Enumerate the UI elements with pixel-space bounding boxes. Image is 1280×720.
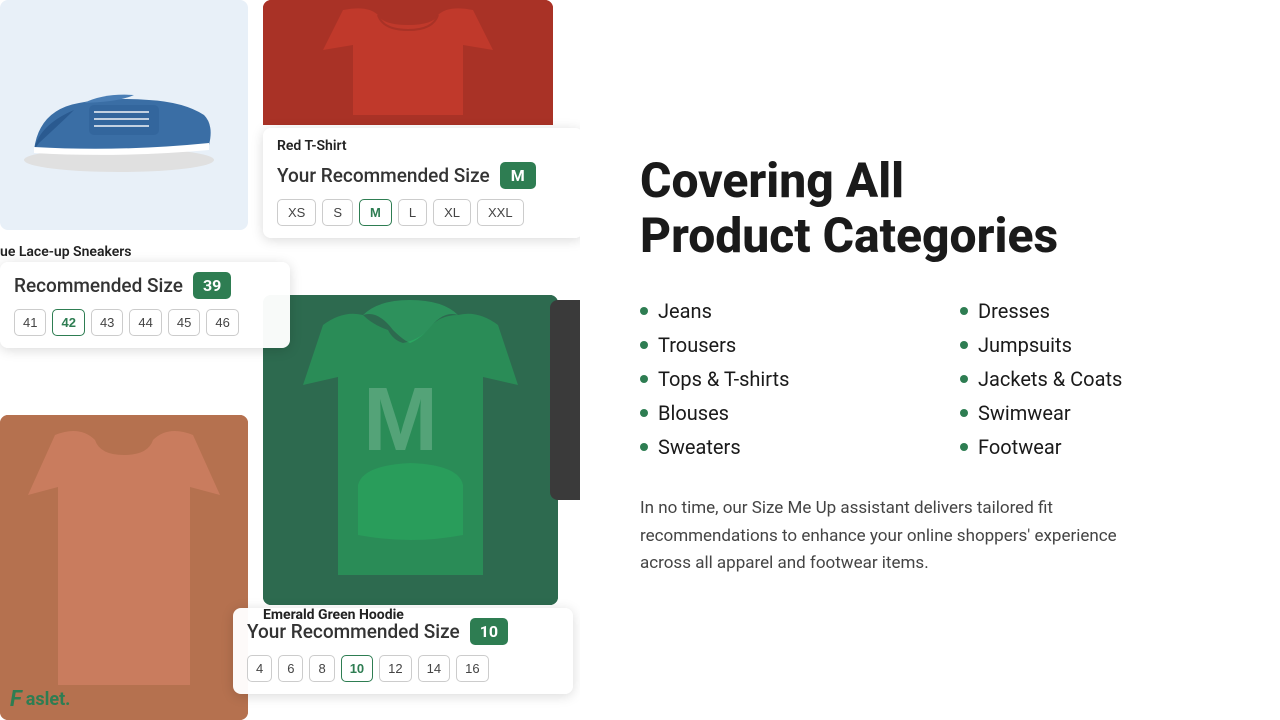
category-label: Jackets & Coats (978, 367, 1122, 391)
size-btn-43[interactable]: 43 (91, 309, 123, 336)
category-footwear: Footwear (960, 435, 1220, 459)
size-btn-xxl[interactable]: XXL (477, 199, 524, 226)
logo-text: aslet. (26, 689, 71, 710)
sneaker-card (0, 0, 248, 230)
red-tshirt-icon (263, 0, 553, 125)
size-btn-xs[interactable]: XS (277, 199, 316, 226)
category-label: Jeans (658, 299, 712, 323)
category-jackets: Jackets & Coats (960, 367, 1220, 391)
size-btn-l[interactable]: L (398, 199, 427, 226)
size-btn-xl[interactable]: XL (433, 199, 471, 226)
sneaker-label: ue Lace-up Sneakers (0, 240, 132, 264)
category-trousers: Trousers (640, 333, 900, 357)
left-panel: ue Lace-up Sneakers Recommended Size 39 … (0, 0, 580, 720)
tshirt-rec-label: Your Recommended Size (277, 164, 490, 187)
dark-edge-decoration (550, 300, 580, 500)
category-label: Blouses (658, 401, 729, 425)
hoodie-icon: M (263, 295, 558, 605)
category-label: Footwear (978, 435, 1062, 459)
size-btn-8[interactable]: 8 (309, 655, 334, 682)
size-btn-44[interactable]: 44 (129, 309, 161, 336)
size-btn-6[interactable]: 6 (278, 655, 303, 682)
main-title: Covering All Product Categories (640, 153, 1220, 263)
category-blouses: Blouses (640, 401, 900, 425)
hoodie-product-label: Emerald Green Hoodie (263, 607, 404, 623)
size-btn-s[interactable]: S (322, 199, 353, 226)
tshirt-rec-size: M (500, 162, 536, 189)
size-btn-14[interactable]: 14 (418, 655, 450, 682)
size-btn-4[interactable]: 4 (247, 655, 272, 682)
shoe-icon (19, 55, 229, 175)
categories-left-col: Jeans Trousers Tops & T-shirts Blouses S… (640, 299, 900, 459)
category-label: Swimwear (978, 401, 1071, 425)
size-btn-m[interactable]: M (359, 199, 392, 226)
red-tshirt-card (263, 0, 553, 125)
title-line1: Covering All (640, 152, 904, 209)
bullet-icon (640, 307, 648, 315)
size-btn-46[interactable]: 46 (206, 309, 238, 336)
size-btn-12[interactable]: 12 (379, 655, 411, 682)
category-jeans: Jeans (640, 299, 900, 323)
category-jumpsuits: Jumpsuits (960, 333, 1220, 357)
bullet-icon (640, 443, 648, 451)
title-line2: Product Categories (640, 207, 1058, 264)
sneaker-rec-label: Recommended Size (14, 274, 183, 297)
bullet-icon (960, 307, 968, 315)
sneaker-rec-size: 39 (193, 272, 231, 299)
category-label: Sweaters (658, 435, 741, 459)
right-panel: Covering All Product Categories Jeans Tr… (580, 0, 1280, 720)
tshirt-size-overlay: Red T-Shirt Your Recommended Size M XS S… (263, 128, 580, 238)
size-btn-41[interactable]: 41 (14, 309, 46, 336)
hoodie-card: M (263, 295, 558, 605)
category-sweaters: Sweaters (640, 435, 900, 459)
bullet-icon (960, 409, 968, 417)
category-dresses: Dresses (960, 299, 1220, 323)
size-btn-16[interactable]: 16 (456, 655, 488, 682)
sneaker-rec-row: Recommended Size 39 (14, 272, 276, 299)
hoodie-rec-label: Your Recommended Size (247, 620, 460, 643)
categories-right-col: Dresses Jumpsuits Jackets & Coats Swimwe… (960, 299, 1220, 459)
bullet-icon (960, 443, 968, 451)
sneaker-size-options: 41 42 43 44 45 46 (14, 309, 276, 336)
categories-grid: Jeans Trousers Tops & T-shirts Blouses S… (640, 299, 1220, 459)
description-text: In no time, our Size Me Up assistant del… (640, 495, 1160, 577)
hoodie-size-options: 4 6 8 10 12 14 16 (247, 655, 559, 682)
brown-tshirt-icon (0, 415, 248, 720)
sneaker-size-overlay: Recommended Size 39 41 42 43 44 45 46 (0, 262, 290, 348)
category-label: Trousers (658, 333, 736, 357)
category-label: Dresses (978, 299, 1050, 323)
bullet-icon (960, 375, 968, 383)
category-tops: Tops & T-shirts (640, 367, 900, 391)
bullet-icon (640, 375, 648, 383)
bullet-icon (960, 341, 968, 349)
tshirt-product-label: Red T-Shirt (277, 138, 569, 154)
size-btn-42[interactable]: 42 (52, 309, 84, 336)
hoodie-rec-size: 10 (470, 618, 508, 645)
category-label: Jumpsuits (978, 333, 1072, 357)
svg-text:M: M (363, 370, 438, 470)
brown-tshirt-card (0, 415, 248, 720)
sneaker-image (0, 0, 248, 230)
category-label: Tops & T-shirts (658, 367, 789, 391)
bullet-icon (640, 341, 648, 349)
size-btn-45[interactable]: 45 (168, 309, 200, 336)
tshirt-size-options: XS S M L XL XXL (277, 199, 569, 226)
bullet-icon (640, 409, 648, 417)
tshirt-rec-row: Your Recommended Size M (277, 162, 569, 189)
size-btn-10[interactable]: 10 (341, 655, 373, 682)
faslet-logo: F aslet. (10, 687, 70, 712)
category-swimwear: Swimwear (960, 401, 1220, 425)
logo-f: F (10, 687, 22, 712)
